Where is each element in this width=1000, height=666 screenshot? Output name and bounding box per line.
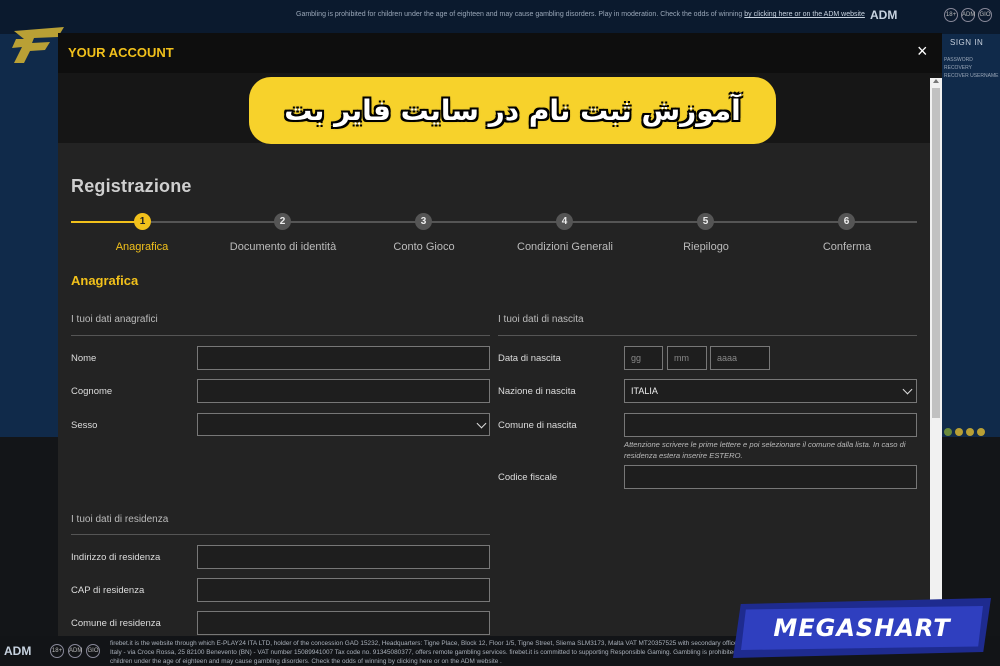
cognome-input[interactable] [197,379,490,403]
step-5-dot[interactable]: 5 [697,213,714,230]
day-input[interactable] [624,346,663,370]
birth-data-title: I tuoi dati di nascita [498,314,584,325]
age-badge: 18+ [944,8,958,22]
watermark-text: MEGASHART [773,614,951,642]
step-4-label[interactable]: Condizioni Generali [517,241,613,253]
sign-in-button[interactable]: SIGN IN [950,38,983,47]
stepper-progress-line [71,221,143,223]
indirizzo-label: Indirizzo di residenza [71,552,161,563]
account-modal: YOUR ACCOUNT × آموزش ثبت نام در سایت فای… [58,33,942,636]
adm-logo: ADM [870,8,898,22]
residence-data-title: I tuoi dati di residenza [71,514,169,525]
step-2-label[interactable]: Documento di identità [230,241,336,253]
birth-data-divider [498,335,917,336]
personal-data-title: I tuoi dati anagrafici [71,314,158,325]
scroll-thumb[interactable] [932,88,940,418]
data-nascita-label: Data di nascita [498,353,561,364]
year-input[interactable] [710,346,770,370]
close-icon[interactable]: × [917,42,928,60]
modal-header: YOUR ACCOUNT × [58,33,942,73]
footer-adm-logo: ADM [4,644,32,658]
step-3-label[interactable]: Conto Gioco [393,241,454,253]
section-title: Anagrafica [71,273,139,288]
modal-scrollbar[interactable] [930,78,942,636]
step-3-dot[interactable]: 3 [415,213,432,230]
nome-label: Nome [71,353,97,364]
tutorial-banner: آموزش ثبت نام در سایت فایر بت [249,77,776,144]
megashart-watermark: MEGASHART [733,598,991,658]
comune-nascita-label: Comune di nascita [498,420,577,431]
gambling-notice-text: Gambling is prohibited for children unde… [296,11,743,18]
footer-adm-badge: ADM [68,644,82,658]
nazione-select[interactable]: ITALIA [624,379,917,403]
indirizzo-input[interactable] [197,545,490,569]
adm-badge: ADM [961,8,975,22]
comune-residenza-label: Comune di residenza [71,618,161,629]
nazione-label: Nazione di nascita [498,386,576,397]
tutorial-banner-text: آموزش ثبت نام در سایت فایر بت [284,94,741,127]
comune-nascita-input[interactable] [624,413,917,437]
gambling-notice-link[interactable]: by clicking here or on the ADM website [744,11,865,18]
sesso-select[interactable] [197,413,490,436]
modal-title: YOUR ACCOUNT [68,45,174,60]
step-6-label[interactable]: Conferma [823,241,871,253]
comune-residenza-input[interactable] [197,611,490,635]
registration-title: Registrazione [71,176,192,196]
month-input[interactable] [667,346,707,370]
footer-legal-text: firebet.it is the website through which … [110,640,746,665]
step-5-label[interactable]: Riepilogo [683,241,729,253]
recover-username-link[interactable]: RECOVER USERNAME [944,72,1000,80]
step-4-dot[interactable]: 4 [556,213,573,230]
scroll-up-icon[interactable] [933,79,939,83]
nome-input[interactable] [197,346,490,370]
step-1-dot[interactable]: 1 [134,213,151,230]
step-6-dot[interactable]: 6 [838,213,855,230]
status-dots [944,428,985,436]
cap-input[interactable] [197,578,490,602]
recovery-links: PASSWORD RECOVERY RECOVER USERNAME [944,56,1000,80]
password-recovery-link[interactable]: PASSWORD RECOVERY [944,56,1000,72]
personal-data-divider [71,335,490,336]
residence-data-divider [71,534,490,535]
step-2-dot[interactable]: 2 [274,213,291,230]
footer-gaming-badge: GIO [86,644,100,658]
footer-age-badge: 18+ [50,644,64,658]
codice-fiscale-label: Codice fiscale [498,472,558,483]
responsible-gaming-badge: GIO [978,8,992,22]
cognome-label: Cognome [71,386,113,397]
gambling-notice: Gambling is prohibited for children unde… [296,11,865,18]
cap-label: CAP di residenza [71,585,145,596]
step-1-label[interactable]: Anagrafica [116,241,169,253]
stepper-track-line [151,221,917,223]
comune-hint: Attenzione scrivere le prime lettere e p… [624,440,906,460]
sesso-label: Sesso [71,420,98,431]
codice-fiscale-input[interactable] [624,465,917,489]
